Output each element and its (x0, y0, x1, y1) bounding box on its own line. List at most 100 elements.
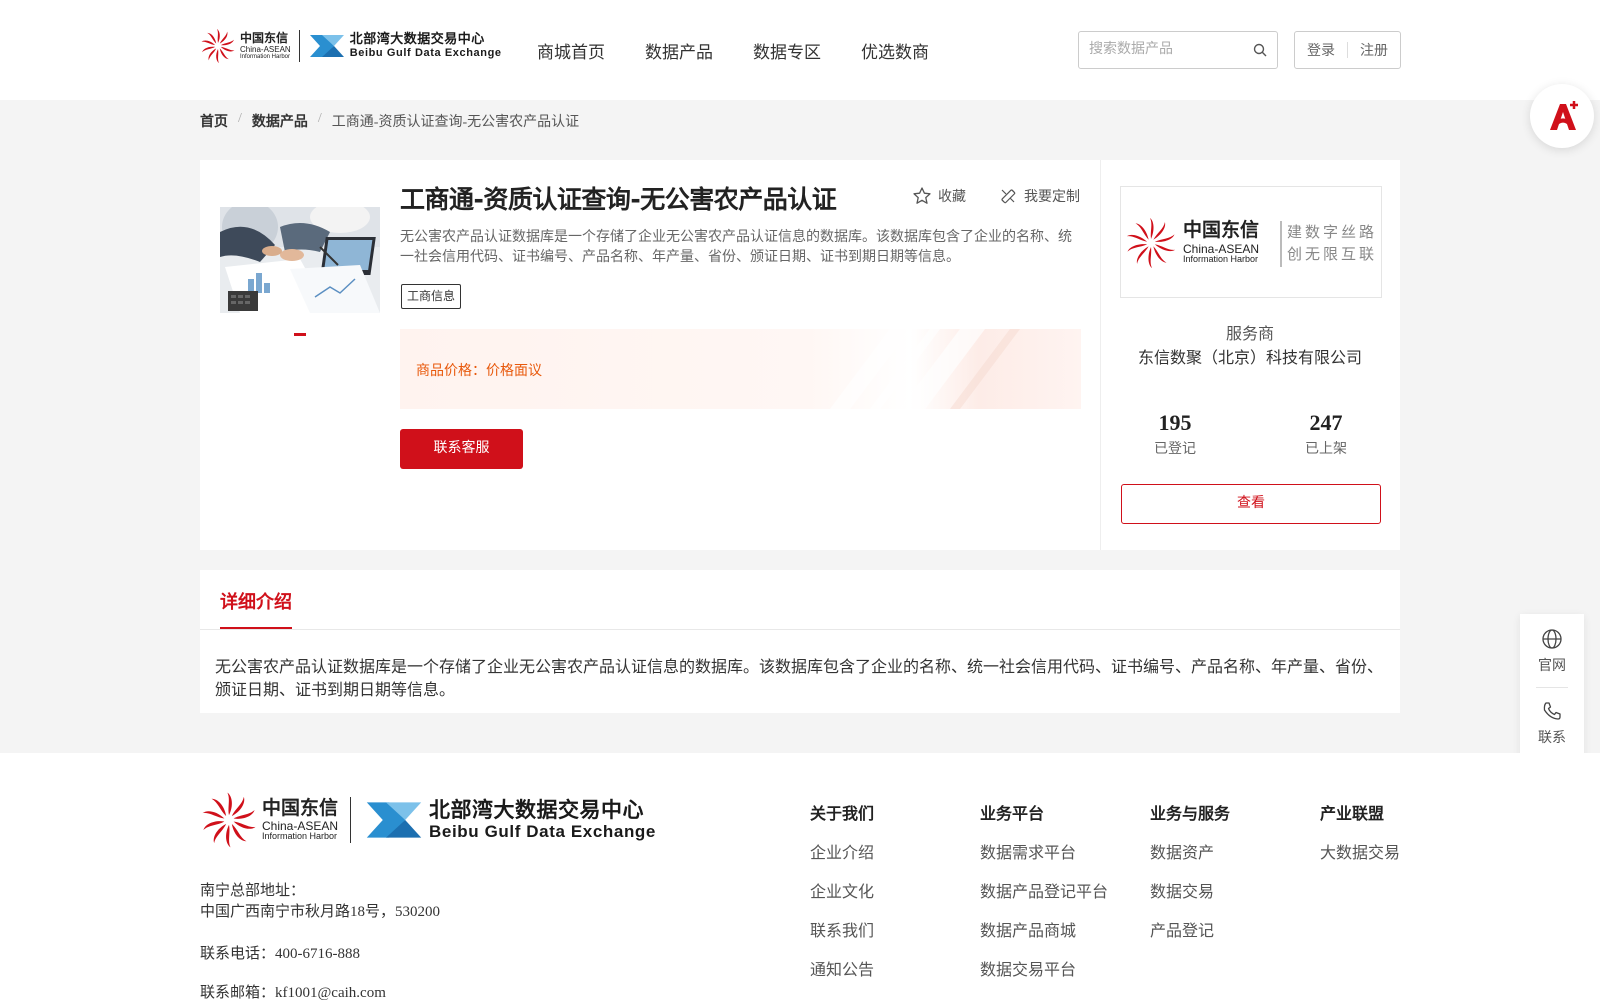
product-description: 无公害农产品认证数据库是一个存储了企业无公害农产品认证信息的数据库。该数据库包含… (400, 230, 1072, 265)
footer-col-title: 关于我们 (810, 806, 875, 823)
business-meeting-image (220, 207, 380, 313)
footer-link[interactable]: 通知公告 (810, 956, 874, 995)
provider-logo[interactable]: 中国东信 China-ASEAN Information Harbor 建数字丝… (1120, 186, 1382, 298)
provider-logo-en2: Information Harbor (1183, 254, 1259, 264)
listed-count: 247 (1309, 410, 1343, 435)
category-tag: 工商信息 (401, 284, 462, 309)
product-image[interactable] (220, 207, 380, 313)
search-box (1078, 31, 1278, 69)
provider-slogan-line2: 创无限互联 (1287, 245, 1378, 263)
logo-bgx-title: 北部湾大数据交易中心 (349, 32, 485, 47)
footer-col-alliance: 产业联盟 大数据交易 (1320, 800, 1400, 878)
ruler-pencil-icon (1001, 189, 1016, 204)
price-line: 商品价格：价格面议 (416, 360, 542, 380)
register-link[interactable]: 注册 (1360, 40, 1388, 60)
side-contact-label: 联系 (1538, 731, 1566, 746)
logo-cn-en2: Information Harbor (240, 54, 291, 60)
footer-logo-bgx-title: 北部湾大数据交易中心 (429, 798, 645, 822)
floating-assistant-button[interactable] (1530, 84, 1594, 148)
detail-text: 无公害农产品认证数据库是一个存储了企业无公害农产品认证信息的数据库。该数据库包含… (215, 659, 1384, 699)
side-toolbar: 官网 联系 (1520, 614, 1584, 760)
breadcrumb-home[interactable]: 首页 (200, 111, 228, 131)
side-divider (1536, 687, 1568, 688)
site-logo[interactable]: 中国东信 China-ASEAN Information Harbor 北部湾大… (200, 28, 502, 64)
phone-icon (1543, 702, 1561, 720)
favorite-button[interactable]: 收藏 (912, 186, 966, 206)
search-icon[interactable] (1253, 43, 1267, 57)
footer-logo: 中国东信 China-ASEAN Information Harbor 北部湾大… (200, 791, 656, 849)
customize-button[interactable]: 我要定制 (998, 186, 1080, 206)
assistant-logo-icon (1550, 101, 1578, 130)
footer-link[interactable]: 数据产品商城 (980, 917, 1108, 956)
footer-link[interactable]: 数据需求平台 (980, 839, 1108, 878)
decorative-stripes (830, 329, 1020, 409)
logo-cn-en1: China-ASEAN (240, 45, 291, 54)
nav-item-merchants[interactable]: 优选数商 (861, 38, 929, 63)
footer-link[interactable]: 大数据交易 (1320, 839, 1400, 878)
footer-address-value: 中国广西南宁市秋月路18号，530200 (200, 904, 441, 920)
footer-logo-divider (350, 797, 352, 843)
registered-label: 已登记 (1154, 442, 1196, 457)
logo-divider (298, 30, 300, 62)
provider-logo-title: 中国东信 (1183, 219, 1260, 241)
footer-link[interactable]: 企业介绍 (810, 839, 874, 878)
contact-service-button[interactable]: 联系客服 (400, 429, 523, 469)
footer-logo-cn-title: 中国东信 (262, 797, 339, 819)
footer-link[interactable]: 数据资产 (1150, 839, 1230, 878)
breadcrumb-current: 工商通-资质认证查询-无公害农产品认证 (331, 115, 580, 130)
footer-logo-bgx-en: Beibu Gulf Data Exchange (429, 822, 656, 841)
footer-bgx-logo: 北部湾大数据交易中心 Beibu Gulf Data Exchange (363, 796, 656, 844)
carousel-indicator[interactable] (294, 333, 306, 336)
product-title: 工商通-资质认证查询-无公害农产品认证 (400, 185, 837, 214)
provider-name[interactable]: 东信数聚（北京）科技有限公司 (1100, 344, 1400, 368)
main-nav: 商城首页 数据产品 数据专区 优选数商 (537, 38, 929, 63)
listed-stat: 247 已上架 (1276, 410, 1376, 458)
view-provider-button[interactable]: 查看 (1121, 484, 1381, 524)
bgx-emblem-icon (309, 35, 344, 57)
breadcrumb: 首页 / 数据产品 / 工商通-资质认证查询-无公害农产品认证 (200, 111, 579, 131)
nav-item-products[interactable]: 数据产品 (645, 38, 713, 63)
footer-address-label: 南宁总部地址： (200, 883, 306, 899)
favorite-label: 收藏 (938, 190, 966, 205)
customize-label: 我要定制 (1024, 190, 1080, 205)
china-asean-logo: 中国东信 China-ASEAN Information Harbor (200, 28, 291, 64)
footer-email: 联系邮箱：kf1001@caih.com (200, 985, 386, 1000)
tab-detail[interactable]: 详细介绍 (220, 588, 292, 614)
tab-active-indicator (220, 627, 292, 629)
footer-address: 南宁总部地址： 中国广西南宁市秋月路18号，530200 (200, 881, 440, 923)
footer-link[interactable]: 数据交易 (1150, 878, 1230, 917)
logo-cn-title: 中国东信 (240, 31, 289, 45)
price-value: 价格面议 (486, 364, 542, 379)
price-label: 商品价格： (416, 364, 486, 379)
auth-box: 登录 注册 (1294, 31, 1401, 69)
top-header: 中国东信 China-ASEAN Information Harbor 北部湾大… (0, 0, 1600, 100)
nav-item-home[interactable]: 商城首页 (537, 38, 605, 63)
footer-link[interactable]: 数据产品登记平台 (980, 878, 1108, 917)
provider-label: 服务商 (1225, 326, 1274, 343)
footer-logo-cn-en2: Information Harbor (262, 831, 338, 841)
nav-item-zone[interactable]: 数据专区 (753, 38, 821, 63)
side-item-contact[interactable]: 联系 (1520, 700, 1584, 747)
registered-count: 195 (1158, 410, 1192, 435)
footer-col-about: 关于我们 企业介绍 企业文化 联系我们 通知公告 (810, 800, 874, 995)
price-panel: 商品价格：价格面议 (400, 329, 1081, 409)
globe-icon (1542, 629, 1562, 649)
footer-china-asean-logo: 中国东信 China-ASEAN Information Harbor (200, 791, 338, 849)
breadcrumb-separator: / (317, 111, 322, 126)
side-item-website[interactable]: 官网 (1520, 628, 1584, 675)
footer-col-title: 业务平台 (980, 806, 1045, 823)
footer-col-title: 业务与服务 (1150, 806, 1231, 823)
footer-link[interactable]: 企业文化 (810, 878, 874, 917)
logo-bgx-en: Beibu Gulf Data Exchange (349, 47, 502, 59)
registered-stat: 195 已登记 (1125, 410, 1225, 458)
provider-logo-text: 中国东信 China-ASEAN Information Harbor (1183, 221, 1259, 264)
footer-col-services: 业务与服务 数据资产 数据交易 产品登记 (1150, 800, 1230, 956)
detail-divider (200, 629, 1400, 630)
footer-link[interactable]: 数据交易平台 (980, 956, 1108, 995)
footer-link[interactable]: 联系我们 (810, 917, 874, 956)
login-link[interactable]: 登录 (1307, 40, 1335, 60)
provider-slogan: 建数字丝路 创无限互联 (1287, 221, 1377, 265)
footer-link[interactable]: 产品登记 (1150, 917, 1230, 956)
search-input[interactable] (1079, 32, 1239, 68)
breadcrumb-products[interactable]: 数据产品 (252, 111, 308, 131)
